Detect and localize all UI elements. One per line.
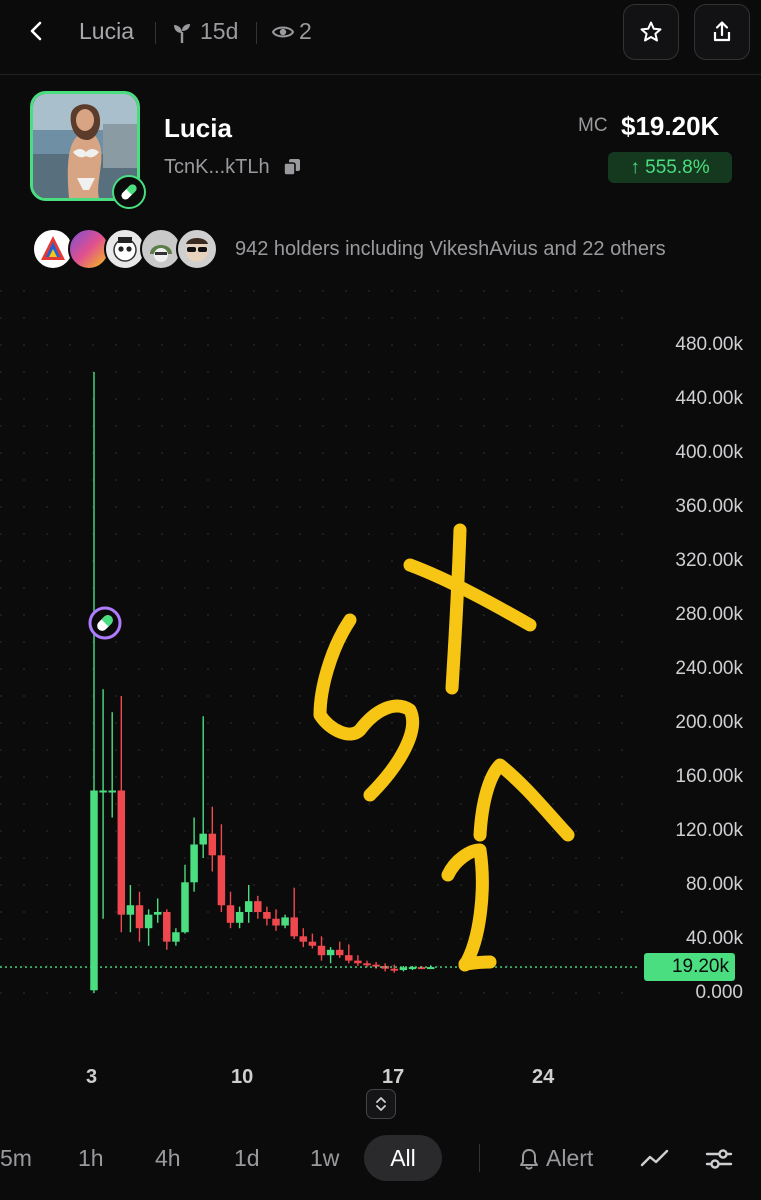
holders-summary[interactable]: 942 holders including VikeshAvius and 22… — [235, 238, 666, 261]
candle-body — [317, 945, 326, 956]
timeframe-5m[interactable]: 5m — [0, 1145, 32, 1172]
copy-icon[interactable] — [283, 158, 301, 176]
y-tick-label: 40.00k — [685, 928, 743, 949]
market-cap-value: $19.20K — [621, 111, 720, 141]
token-name: Lucia — [164, 113, 232, 143]
candle-body — [126, 905, 135, 915]
candle-body — [117, 790, 126, 915]
sprout-icon — [174, 24, 190, 43]
candle-body — [372, 964, 380, 967]
x-tick-label: 17 — [382, 1066, 405, 1088]
timeframe-1w[interactable]: 1w — [310, 1145, 339, 1172]
candle-body — [99, 790, 107, 793]
candle-body — [163, 912, 171, 942]
star-icon — [640, 21, 662, 42]
y-tick-label: 240.00k — [675, 658, 743, 679]
market-cap-label: MC — [578, 115, 608, 136]
x-tick-label: 24 — [532, 1066, 555, 1088]
y-tick-label: 320.00k — [675, 550, 743, 571]
candle-body — [354, 960, 362, 964]
candle-body — [254, 901, 262, 912]
holder-avatar[interactable] — [176, 228, 218, 270]
candle-body — [363, 963, 371, 966]
share-button[interactable] — [694, 4, 750, 60]
timeframe-1h[interactable]: 1h — [78, 1145, 104, 1172]
candle-body — [244, 901, 253, 912]
candle-body — [90, 790, 98, 991]
eye-icon — [272, 26, 294, 38]
candle-body — [135, 905, 144, 929]
candle-body — [308, 941, 317, 946]
y-tick-label: 160.00k — [675, 766, 743, 787]
share-icon — [713, 21, 731, 42]
expand-icon[interactable] — [366, 1089, 396, 1119]
candle-body — [335, 949, 344, 956]
candle-body — [199, 833, 207, 845]
candle-body — [290, 917, 298, 937]
candle-body — [235, 912, 244, 923]
alert-button[interactable]: Alert — [518, 1145, 593, 1172]
candle-body — [326, 949, 335, 956]
y-tick-label: 360.00k — [675, 496, 743, 517]
chevron-left-icon[interactable] — [22, 16, 50, 46]
candle-body — [272, 918, 280, 926]
line-chart-icon[interactable] — [640, 1145, 670, 1173]
bell-icon — [520, 1148, 538, 1170]
watcher-count: 2 — [299, 18, 312, 44]
token-age: 15d — [200, 18, 239, 44]
candle-body — [390, 968, 399, 971]
current-price-label: 19.20k — [644, 953, 735, 981]
x-tick-label: 3 — [86, 1066, 98, 1088]
favorite-button[interactable] — [623, 4, 679, 60]
timeframe-all[interactable]: All — [364, 1135, 442, 1181]
y-tick-label: 200.00k — [675, 712, 743, 733]
y-tick-label: 440.00k — [675, 388, 743, 409]
divider — [479, 1144, 480, 1172]
sliders-icon[interactable] — [704, 1145, 734, 1173]
token-address[interactable]: TcnK...kTLh — [164, 156, 270, 179]
candle-body — [172, 932, 180, 942]
launch-marker — [88, 606, 122, 640]
candle-body — [144, 914, 153, 929]
divider — [256, 22, 257, 44]
y-tick-label: 280.00k — [675, 604, 743, 625]
candle-body — [190, 844, 198, 883]
timeframe-4h[interactable]: 4h — [155, 1145, 181, 1172]
price-change-badge: ↑ 555.8% — [608, 152, 732, 183]
pill-icon — [112, 175, 146, 209]
candle-body — [263, 912, 271, 919]
timeframe-1d[interactable]: 1d — [234, 1145, 260, 1172]
x-tick-label: 10 — [231, 1066, 254, 1088]
candle-body — [226, 905, 235, 923]
candle-body — [217, 855, 226, 906]
y-tick-label: 80.00k — [685, 874, 743, 895]
y-tick-label: 120.00k — [675, 820, 743, 841]
candle-body — [208, 833, 217, 856]
candle-body — [181, 882, 189, 933]
divider — [155, 22, 156, 44]
y-tick-label: 0.000 — [695, 982, 743, 1003]
top-bar: Lucia 15d 2 — [0, 0, 761, 75]
candle-body — [153, 912, 162, 915]
header-title: Lucia — [79, 18, 134, 44]
y-tick-label: 480.00k — [675, 334, 743, 355]
candle-body — [108, 790, 116, 793]
candle-body — [345, 955, 353, 961]
candle-body — [299, 936, 308, 942]
alert-label: Alert — [546, 1145, 594, 1171]
candle-body — [281, 917, 289, 926]
y-tick-label: 400.00k — [675, 442, 743, 463]
